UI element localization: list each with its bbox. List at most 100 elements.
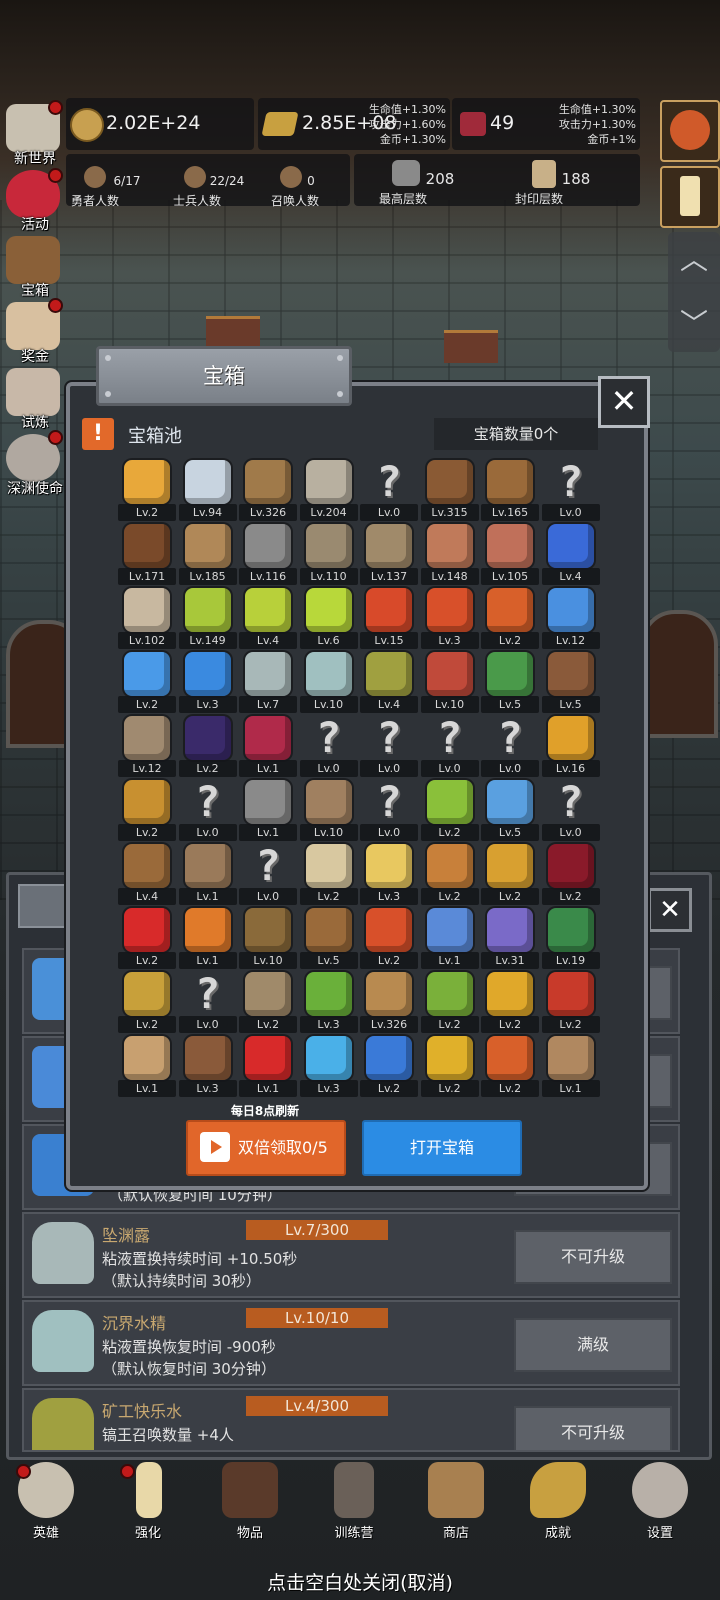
chest-pool-item[interactable]: Lv.1 [239,778,297,842]
chest-pool-item[interactable]: Lv.15 [360,586,418,650]
chest-pool-item[interactable]: Lv.326 [239,458,297,522]
candle-button[interactable] [660,166,720,228]
menu-new-world[interactable]: 新世界 [2,100,64,167]
chest-pool-item[interactable]: Lv.116 [239,522,297,586]
menu-chest[interactable]: 宝箱 [2,232,64,299]
panel-close-button[interactable]: ✕ [648,888,692,932]
chest-pool-item[interactable]: Lv.4 [360,650,418,714]
chest-pool-item[interactable]: Lv.105 [481,522,539,586]
chest-pool-item[interactable]: Lv.6 [299,586,358,650]
nav-enhance[interactable]: 强化 [108,1456,188,1546]
chest-pool-item[interactable]: Lv.3 [299,1034,358,1098]
chest-pool-item[interactable]: Lv.10 [420,650,479,714]
chest-pool-item[interactable]: Lv.148 [420,522,479,586]
menu-trial[interactable]: 试炼 [2,364,64,431]
chest-pool-item[interactable]: Lv.204 [299,458,358,522]
chest-pool-item[interactable]: Lv.3 [299,970,358,1034]
chest-pool-item[interactable]: Lv.1 [420,906,479,970]
chest-pool-item[interactable]: Lv.1 [239,1034,297,1098]
chest-pool-item[interactable]: Lv.1 [178,842,237,906]
chest-pool-item[interactable]: Lv.1 [178,906,237,970]
menu-event[interactable]: 活动 [2,166,64,233]
menu-bonus[interactable]: 奖金 [2,298,64,365]
chest-pool-item[interactable]: Lv.10 [239,906,297,970]
open-chest-button[interactable]: 打开宝箱 [362,1120,522,1176]
chest-pool-item[interactable]: Lv.2 [360,906,418,970]
chest-pool-item[interactable]: Lv.2 [541,842,600,906]
chest-pool-item[interactable]: Lv.4 [541,522,600,586]
chest-pool-item[interactable]: Lv.10 [299,778,358,842]
upgrade-button[interactable]: 满级 [514,1318,672,1372]
chest-pool-item[interactable]: Lv.16 [541,714,600,778]
chest-pool-item[interactable]: Lv.137 [360,522,418,586]
chest-pool-item[interactable]: Lv.1 [118,1034,176,1098]
chest-pool-item[interactable]: Lv.2 [541,970,600,1034]
chest-pool-item[interactable]: Lv.102 [118,586,176,650]
nav-settings[interactable]: 设置 [620,1456,700,1546]
chest-pool-item[interactable]: Lv.5 [481,650,539,714]
chest-pool-item[interactable]: Lv.3 [360,842,418,906]
chest-pool-item[interactable]: Lv.1 [541,1034,600,1098]
chest-pool-item[interactable]: Lv.2 [178,714,237,778]
chest-pool-item[interactable]: Lv.2 [239,970,297,1034]
chest-pool-item[interactable]: Lv.2 [118,458,176,522]
chest-pool-item[interactable]: ? Lv.0 [239,842,297,906]
chevron-up-icon[interactable]: ︿ [668,240,720,280]
apple-button[interactable] [660,100,720,162]
chest-pool-item[interactable]: Lv.4 [239,586,297,650]
chest-pool-item[interactable]: ? Lv.0 [360,778,418,842]
nav-shop[interactable]: 商店 [416,1456,496,1546]
upgrade-button[interactable]: 不可升级 [514,1406,672,1450]
chest-pool-item[interactable]: Lv.2 [118,650,176,714]
chest-pool-item[interactable]: Lv.19 [541,906,600,970]
chest-pool-item[interactable]: Lv.2 [118,906,176,970]
modal-close-button[interactable]: ✕ [598,376,650,428]
chest-pool-item[interactable]: Lv.2 [420,1034,479,1098]
chest-pool-item[interactable]: Lv.10 [299,650,358,714]
nav-items[interactable]: 物品 [210,1456,290,1546]
chest-pool-item[interactable]: ? Lv.0 [360,714,418,778]
chest-pool-item[interactable]: Lv.7 [239,650,297,714]
chest-pool-item[interactable]: Lv.326 [360,970,418,1034]
chest-pool-item[interactable]: ? Lv.0 [420,714,479,778]
chest-pool-item[interactable]: Lv.3 [420,586,479,650]
chest-pool-item[interactable]: ? Lv.0 [178,778,237,842]
chest-pool-item[interactable]: ? Lv.0 [178,970,237,1034]
chest-pool-item[interactable]: Lv.2 [481,842,539,906]
close-hint[interactable]: 点击空白处关闭(取消) [0,1568,720,1595]
chest-pool-item[interactable]: ? Lv.0 [541,458,600,522]
chest-pool-item[interactable]: Lv.3 [178,1034,237,1098]
chest-pool-item[interactable]: Lv.2 [118,778,176,842]
chest-pool-item[interactable]: Lv.171 [118,522,176,586]
chevron-down-icon[interactable]: ﹀ [668,304,720,344]
chest-pool-item[interactable]: Lv.3 [178,650,237,714]
chest-pool-item[interactable]: Lv.2 [420,842,479,906]
chest-pool-item[interactable]: Lv.1 [239,714,297,778]
warning-icon[interactable]: ! [82,418,114,450]
chest-pool-item[interactable]: Lv.165 [481,458,539,522]
chest-pool-item[interactable]: ? Lv.0 [299,714,358,778]
chest-pool-item[interactable]: Lv.5 [299,906,358,970]
chest-pool-item[interactable]: Lv.2 [118,970,176,1034]
chest-pool-item[interactable]: Lv.2 [481,1034,539,1098]
chest-pool-item[interactable]: ? Lv.0 [481,714,539,778]
nav-hero[interactable]: 英雄 [6,1456,86,1546]
chest-pool-item[interactable]: Lv.12 [541,586,600,650]
chest-pool-item[interactable]: Lv.31 [481,906,539,970]
chest-pool-item[interactable]: Lv.4 [118,842,176,906]
chest-pool-item[interactable]: ? Lv.0 [360,458,418,522]
chest-pool-item[interactable]: Lv.2 [420,778,479,842]
chest-pool-item[interactable]: ? Lv.0 [541,778,600,842]
chest-pool-item[interactable]: Lv.2 [481,586,539,650]
chest-pool-item[interactable]: Lv.110 [299,522,358,586]
double-claim-button[interactable]: 双倍领取0/5 [186,1120,346,1176]
chest-pool-item[interactable]: Lv.5 [541,650,600,714]
chest-pool-item[interactable]: Lv.2 [360,1034,418,1098]
chest-pool-item[interactable]: Lv.149 [178,586,237,650]
chest-pool-item[interactable]: Lv.2 [299,842,358,906]
chest-pool-item[interactable]: Lv.2 [481,970,539,1034]
chest-pool-item[interactable]: Lv.12 [118,714,176,778]
chest-pool-item[interactable]: Lv.94 [178,458,237,522]
upgrade-button[interactable]: 不可升级 [514,1230,672,1284]
chest-pool-item[interactable]: Lv.2 [420,970,479,1034]
